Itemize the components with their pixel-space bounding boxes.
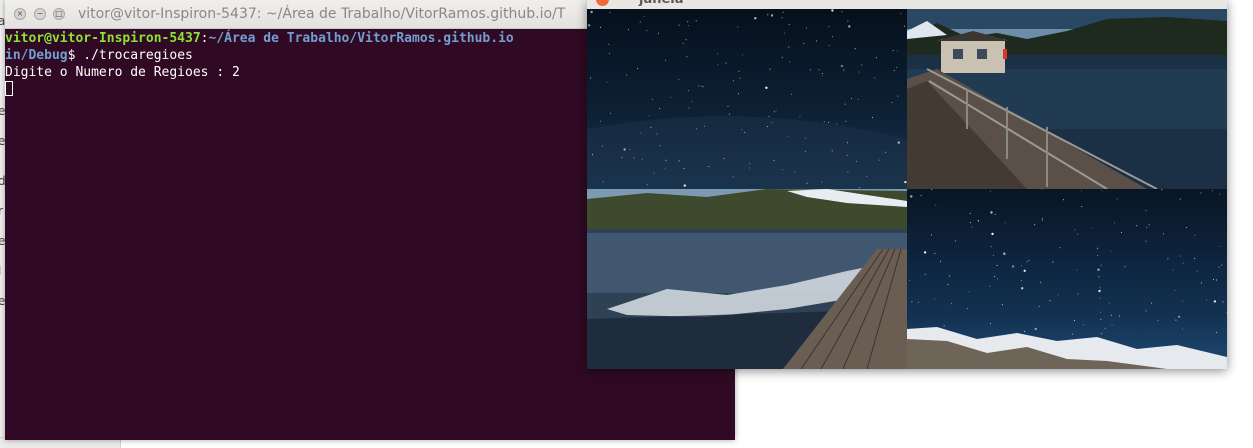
- image-quadrant-lake-reflection: [587, 189, 907, 369]
- maximize-icon[interactable]: □: [53, 8, 65, 20]
- background-text: l: [0, 264, 1, 278]
- image-window-titlebar[interactable]: janela: [587, 0, 1227, 9]
- image-quadrant-stars-mountains: [907, 189, 1227, 369]
- command-text: ./trocaregioes: [75, 48, 193, 63]
- prompt-path: ~/Área de Trabalho/VitorRamos.github.io: [208, 31, 514, 46]
- image-quadrant-pier-house: [907, 9, 1227, 189]
- terminal-title: vitor@vitor-Inspiron-5437: ~/Área de Tra…: [78, 6, 566, 22]
- minimize-icon[interactable]: −: [34, 8, 46, 20]
- image-quadrant-starry-sky: [587, 9, 907, 189]
- image-window[interactable]: janela: [587, 0, 1227, 369]
- background-text: r: [0, 204, 3, 218]
- close-icon[interactable]: ×: [14, 8, 26, 20]
- prompt-path-continued: in/Debug: [5, 48, 68, 63]
- prompt-separator: :: [200, 31, 209, 46]
- close-icon[interactable]: [596, 0, 609, 6]
- image-window-title: janela: [639, 0, 684, 7]
- text-cursor: [5, 81, 13, 96]
- prompt-user: vitor@vitor-Inspiron-5437: [5, 31, 201, 46]
